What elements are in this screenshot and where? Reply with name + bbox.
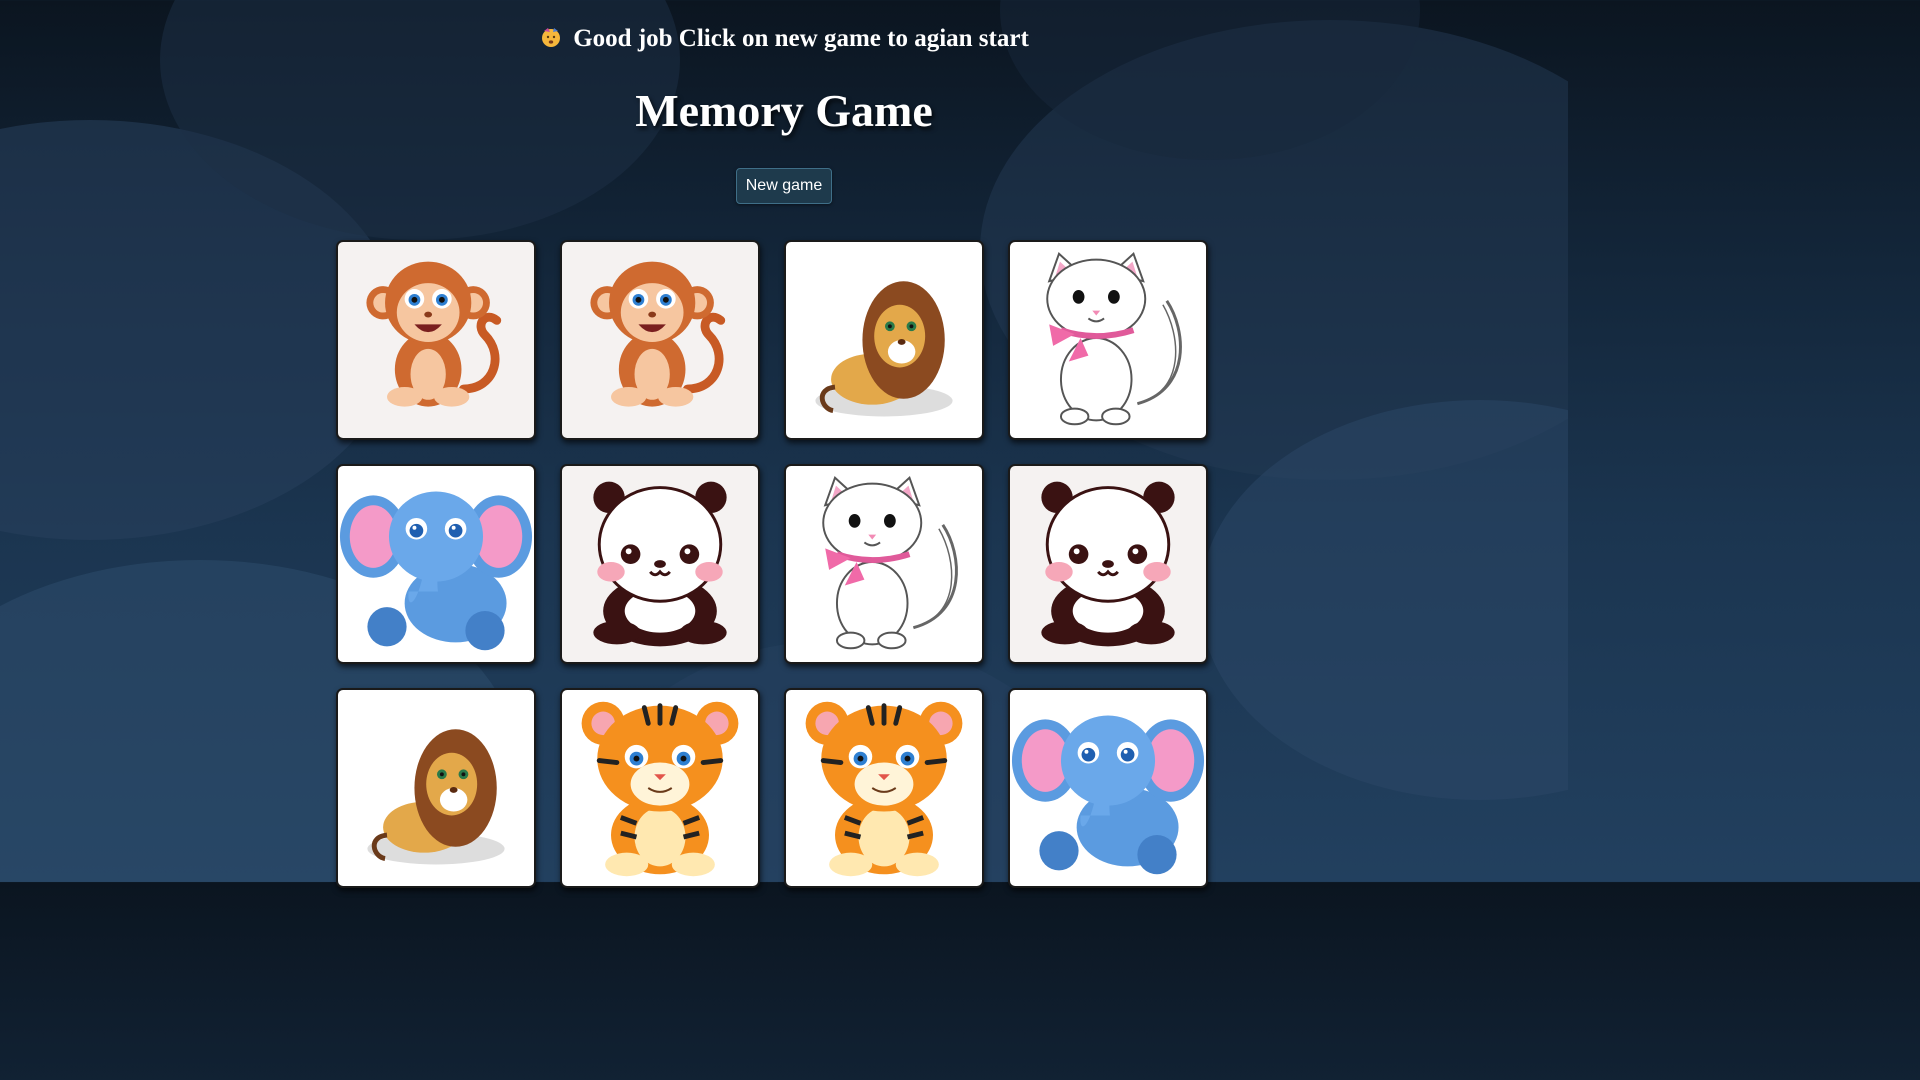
panda-icon — [593, 481, 727, 647]
panda-icon — [1041, 481, 1175, 647]
game-page: Good job Click on new game to agian star… — [0, 0, 1568, 888]
page-title: Memory Game — [635, 85, 933, 136]
memory-card-cat[interactable] — [1008, 240, 1208, 440]
lion-icon — [815, 281, 953, 417]
memory-card-tiger[interactable] — [560, 688, 760, 888]
new-game-button[interactable]: New game — [736, 168, 832, 204]
cat-icon — [1046, 252, 1182, 426]
memory-card-elephant[interactable] — [1008, 688, 1208, 888]
memory-card-elephant[interactable] — [336, 464, 536, 664]
status-text: Good job Click on new game to agian star… — [573, 25, 1029, 52]
memory-card-tiger[interactable] — [784, 688, 984, 888]
monkey-icon — [366, 261, 502, 407]
memory-card-cat[interactable] — [784, 464, 984, 664]
elephant-icon — [1011, 715, 1205, 875]
memory-card-monkey[interactable] — [560, 240, 760, 440]
tiger-icon — [805, 701, 963, 877]
lion-icon — [367, 729, 505, 865]
cat-icon — [822, 476, 958, 650]
tiger-icon — [581, 701, 739, 877]
status-message: Good job Click on new game to agian star… — [0, 22, 1568, 56]
memory-card-panda[interactable] — [560, 464, 760, 664]
celebration-emoji-icon — [542, 28, 561, 47]
memory-card-lion[interactable] — [784, 240, 984, 440]
monkey-icon — [590, 261, 726, 407]
memory-card-panda[interactable] — [1008, 464, 1208, 664]
memory-card-lion[interactable] — [336, 688, 536, 888]
elephant-icon — [339, 491, 533, 651]
memory-card-monkey[interactable] — [336, 240, 536, 440]
card-grid — [336, 240, 1208, 888]
